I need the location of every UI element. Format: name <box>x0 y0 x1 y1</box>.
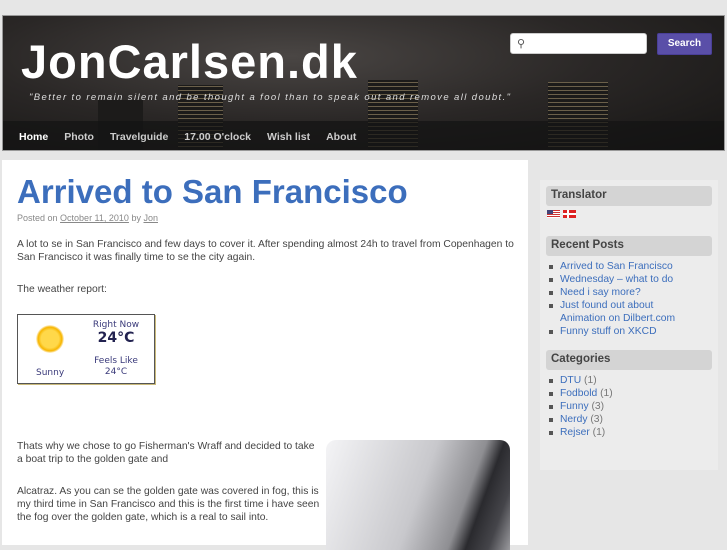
recent-post-link[interactable]: Funny stuff on XKCD <box>549 325 718 338</box>
post-content: Arrived to San Francisco Posted on Octob… <box>2 160 528 550</box>
recent-post-link[interactable]: Need i say more? <box>549 286 718 299</box>
category-link[interactable]: DTU <box>560 375 581 386</box>
weather-widget: Sunny Right Now 24°C Feels Like 24°C <box>17 314 155 384</box>
search-input[interactable]: ⚲ <box>510 33 647 54</box>
post-meta: Posted on October 11, 2010 by Jon <box>17 213 158 223</box>
author-link[interactable]: Jon <box>143 213 158 223</box>
post-title[interactable]: Arrived to San Francisco <box>17 173 408 211</box>
nav-home[interactable]: Home <box>19 131 48 143</box>
nav-travelguide[interactable]: Travelguide <box>110 131 168 143</box>
weather-condition: Sunny <box>36 368 65 378</box>
category-item[interactable]: Funny (3) <box>549 400 718 413</box>
category-link[interactable]: Funny <box>560 401 589 412</box>
recent-post-link[interactable]: Just found out about Animation on Dilber… <box>549 299 679 325</box>
search-button[interactable]: Search <box>657 33 712 55</box>
category-count: (1) <box>592 427 606 438</box>
recent-post-link[interactable]: Arrived to San Francisco <box>549 260 718 273</box>
category-link[interactable]: Rejser <box>560 427 590 438</box>
category-count: (3) <box>590 414 603 425</box>
category-link[interactable]: Fodbold <box>560 388 597 399</box>
category-item[interactable]: DTU (1) <box>549 374 718 387</box>
nav-about[interactable]: About <box>326 131 356 143</box>
english-flag-icon[interactable] <box>547 210 560 218</box>
sidebar: Translator Recent Posts Arrived to San F… <box>540 180 718 470</box>
search-icon: ⚲ <box>517 38 526 50</box>
posted-on-label: Posted on <box>17 213 58 223</box>
nav-1700-oclock[interactable]: 17.00 O'clock <box>184 131 251 143</box>
post-paragraph: Thats why we chose to go Fisherman's Wra… <box>17 441 315 465</box>
right-now-label: Right Now <box>92 320 140 330</box>
feels-like-label: Feels Like <box>94 356 138 366</box>
post-paragraph: Alcatraz. As you can se the golden gate … <box>17 486 320 523</box>
recent-posts-heading: Recent Posts <box>546 236 712 256</box>
danish-flag-icon[interactable] <box>563 210 576 218</box>
feels-like-temp: 24°C <box>104 367 128 377</box>
site-tagline: "Better to remain silent and be thought … <box>29 92 512 103</box>
post-paragraph: The weather report: <box>17 284 107 295</box>
category-item[interactable]: Fodbold (1) <box>549 387 718 400</box>
main-nav: Home Photo Travelguide 17.00 O'clock Wis… <box>3 121 724 150</box>
categories-heading: Categories <box>546 350 712 370</box>
post-date-link[interactable]: October 11, 2010 <box>60 213 129 223</box>
category-item[interactable]: Nerdy (3) <box>549 413 718 426</box>
category-link[interactable]: Nerdy <box>560 414 587 425</box>
recent-post-link[interactable]: Wednesday – what to do <box>549 273 718 286</box>
nav-photo[interactable]: Photo <box>64 131 94 143</box>
site-title[interactable]: JonCarlsen.dk <box>21 34 358 89</box>
recent-posts-list: Arrived to San Francisco Wednesday – wha… <box>549 260 718 338</box>
translator-heading: Translator <box>546 186 712 206</box>
categories-list: DTU (1) Fodbold (1) Funny (3) Nerdy (3) … <box>549 374 718 439</box>
category-item[interactable]: Rejser (1) <box>549 426 718 439</box>
site-header: JonCarlsen.dk "Better to remain silent a… <box>2 15 725 151</box>
sun-icon <box>36 325 64 353</box>
current-temp: 24°C <box>97 330 135 346</box>
category-count: (1) <box>584 375 597 386</box>
category-count: (3) <box>591 401 605 412</box>
by-label: by <box>131 213 141 223</box>
category-count: (1) <box>600 388 613 399</box>
golden-gate-photo[interactable] <box>326 440 510 550</box>
post-paragraph: A lot to se in San Francisco and few day… <box>17 239 514 263</box>
nav-wish-list[interactable]: Wish list <box>267 131 310 143</box>
